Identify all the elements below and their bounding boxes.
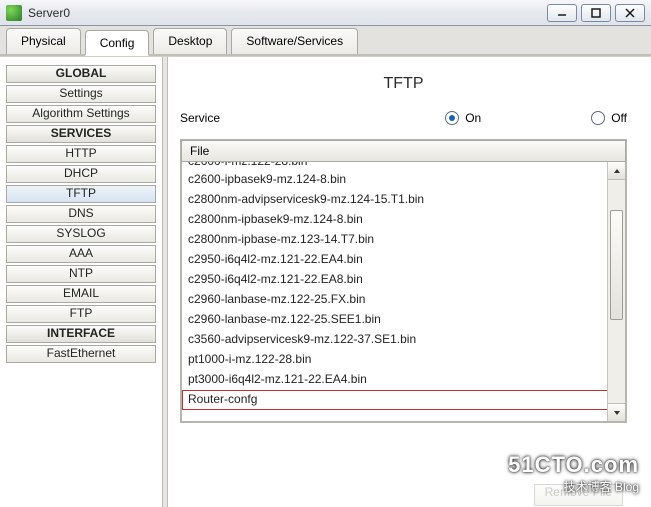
close-button[interactable] (615, 4, 645, 22)
file-row[interactable]: c2600-ipbasek9-mz.124-8.bin (182, 170, 625, 190)
sidebar-item-http[interactable]: HTTP (6, 145, 156, 163)
file-row[interactable]: c2800nm-ipbasek9-mz.124-8.bin (182, 210, 625, 230)
file-row[interactable]: c2960-lanbase-mz.122-25.FX.bin (182, 290, 625, 310)
window-titlebar: Server0 (0, 0, 651, 26)
sidebar-item-ntp[interactable]: NTP (6, 265, 156, 283)
sidebar-header-services: SERVICES (6, 125, 156, 143)
scroll-thumb[interactable] (610, 210, 623, 320)
panel-title: TFTP (180, 75, 627, 93)
radio-on-icon (445, 111, 459, 125)
tab-desktop[interactable]: Desktop (153, 28, 227, 54)
file-row-cut[interactable]: c2600-i-mz.122-28.bin (182, 162, 625, 170)
file-row[interactable]: c2950-i6q4l2-mz.121-22.EA8.bin (182, 270, 625, 290)
sidebar-item-dhcp[interactable]: DHCP (6, 165, 156, 183)
scroll-down-button[interactable] (608, 403, 625, 421)
radio-off-label: Off (611, 111, 627, 125)
remove-file-button[interactable]: Remove File (534, 484, 623, 506)
file-row[interactable]: pt1000-i-mz.122-28.bin (182, 350, 625, 370)
service-label: Service (180, 111, 445, 125)
radio-off-icon (591, 111, 605, 125)
sidebar-item-algorithm-settings[interactable]: Algorithm Settings (6, 105, 156, 123)
file-listbox: File c2600-i-mz.122-28.bin c2600-ipbasek… (180, 139, 627, 423)
tab-software-services[interactable]: Software/Services (231, 28, 358, 54)
file-list-scrollbar[interactable] (607, 162, 625, 421)
sidebar-item-fastethernet[interactable]: FastEthernet (6, 345, 156, 363)
service-row: Service On Off (180, 111, 627, 125)
maximize-button[interactable] (581, 4, 611, 22)
sidebar-item-aaa[interactable]: AAA (6, 245, 156, 263)
window-controls (547, 4, 645, 22)
config-sidebar: GLOBAL Settings Algorithm Settings SERVI… (0, 57, 162, 507)
file-list[interactable]: c2600-i-mz.122-28.bin c2600-ipbasek9-mz.… (181, 162, 626, 422)
sidebar-item-dns[interactable]: DNS (6, 205, 156, 223)
radio-on-label: On (465, 111, 481, 125)
service-radio-off[interactable]: Off (591, 111, 627, 125)
file-list-header[interactable]: File (181, 140, 626, 162)
sidebar-item-ftp[interactable]: FTP (6, 305, 156, 323)
file-row-highlighted[interactable]: Router-confg (182, 390, 625, 410)
file-row[interactable]: c2950-i6q4l2-mz.121-22.EA4.bin (182, 250, 625, 270)
app-icon (6, 5, 22, 21)
scroll-up-button[interactable] (608, 162, 625, 180)
sidebar-header-global: GLOBAL (6, 65, 156, 83)
tab-physical[interactable]: Physical (6, 28, 81, 54)
file-row[interactable]: c2800nm-ipbase-mz.123-14.T7.bin (182, 230, 625, 250)
scroll-track[interactable] (608, 180, 625, 403)
tftp-panel: TFTP Service On Off File c2600-i-mz.122-… (168, 57, 651, 507)
sidebar-item-settings[interactable]: Settings (6, 85, 156, 103)
window-title: Server0 (28, 6, 547, 20)
sidebar-item-email[interactable]: EMAIL (6, 285, 156, 303)
work-area: GLOBAL Settings Algorithm Settings SERVI… (0, 56, 651, 507)
main-tabstrip: Physical Config Desktop Software/Service… (0, 26, 651, 56)
file-row[interactable]: c2800nm-advipservicesk9-mz.124-15.T1.bin (182, 190, 625, 210)
file-row[interactable]: c3560-advipservicesk9-mz.122-37.SE1.bin (182, 330, 625, 350)
sidebar-item-syslog[interactable]: SYSLOG (6, 225, 156, 243)
file-row[interactable]: pt3000-i6q4l2-mz.121-22.EA4.bin (182, 370, 625, 390)
minimize-button[interactable] (547, 4, 577, 22)
sidebar-item-tftp[interactable]: TFTP (6, 185, 156, 203)
service-radio-on[interactable]: On (445, 111, 481, 125)
file-row[interactable]: c2960-lanbase-mz.122-25.SEE1.bin (182, 310, 625, 330)
sidebar-header-interface: INTERFACE (6, 325, 156, 343)
tab-config[interactable]: Config (85, 30, 150, 56)
